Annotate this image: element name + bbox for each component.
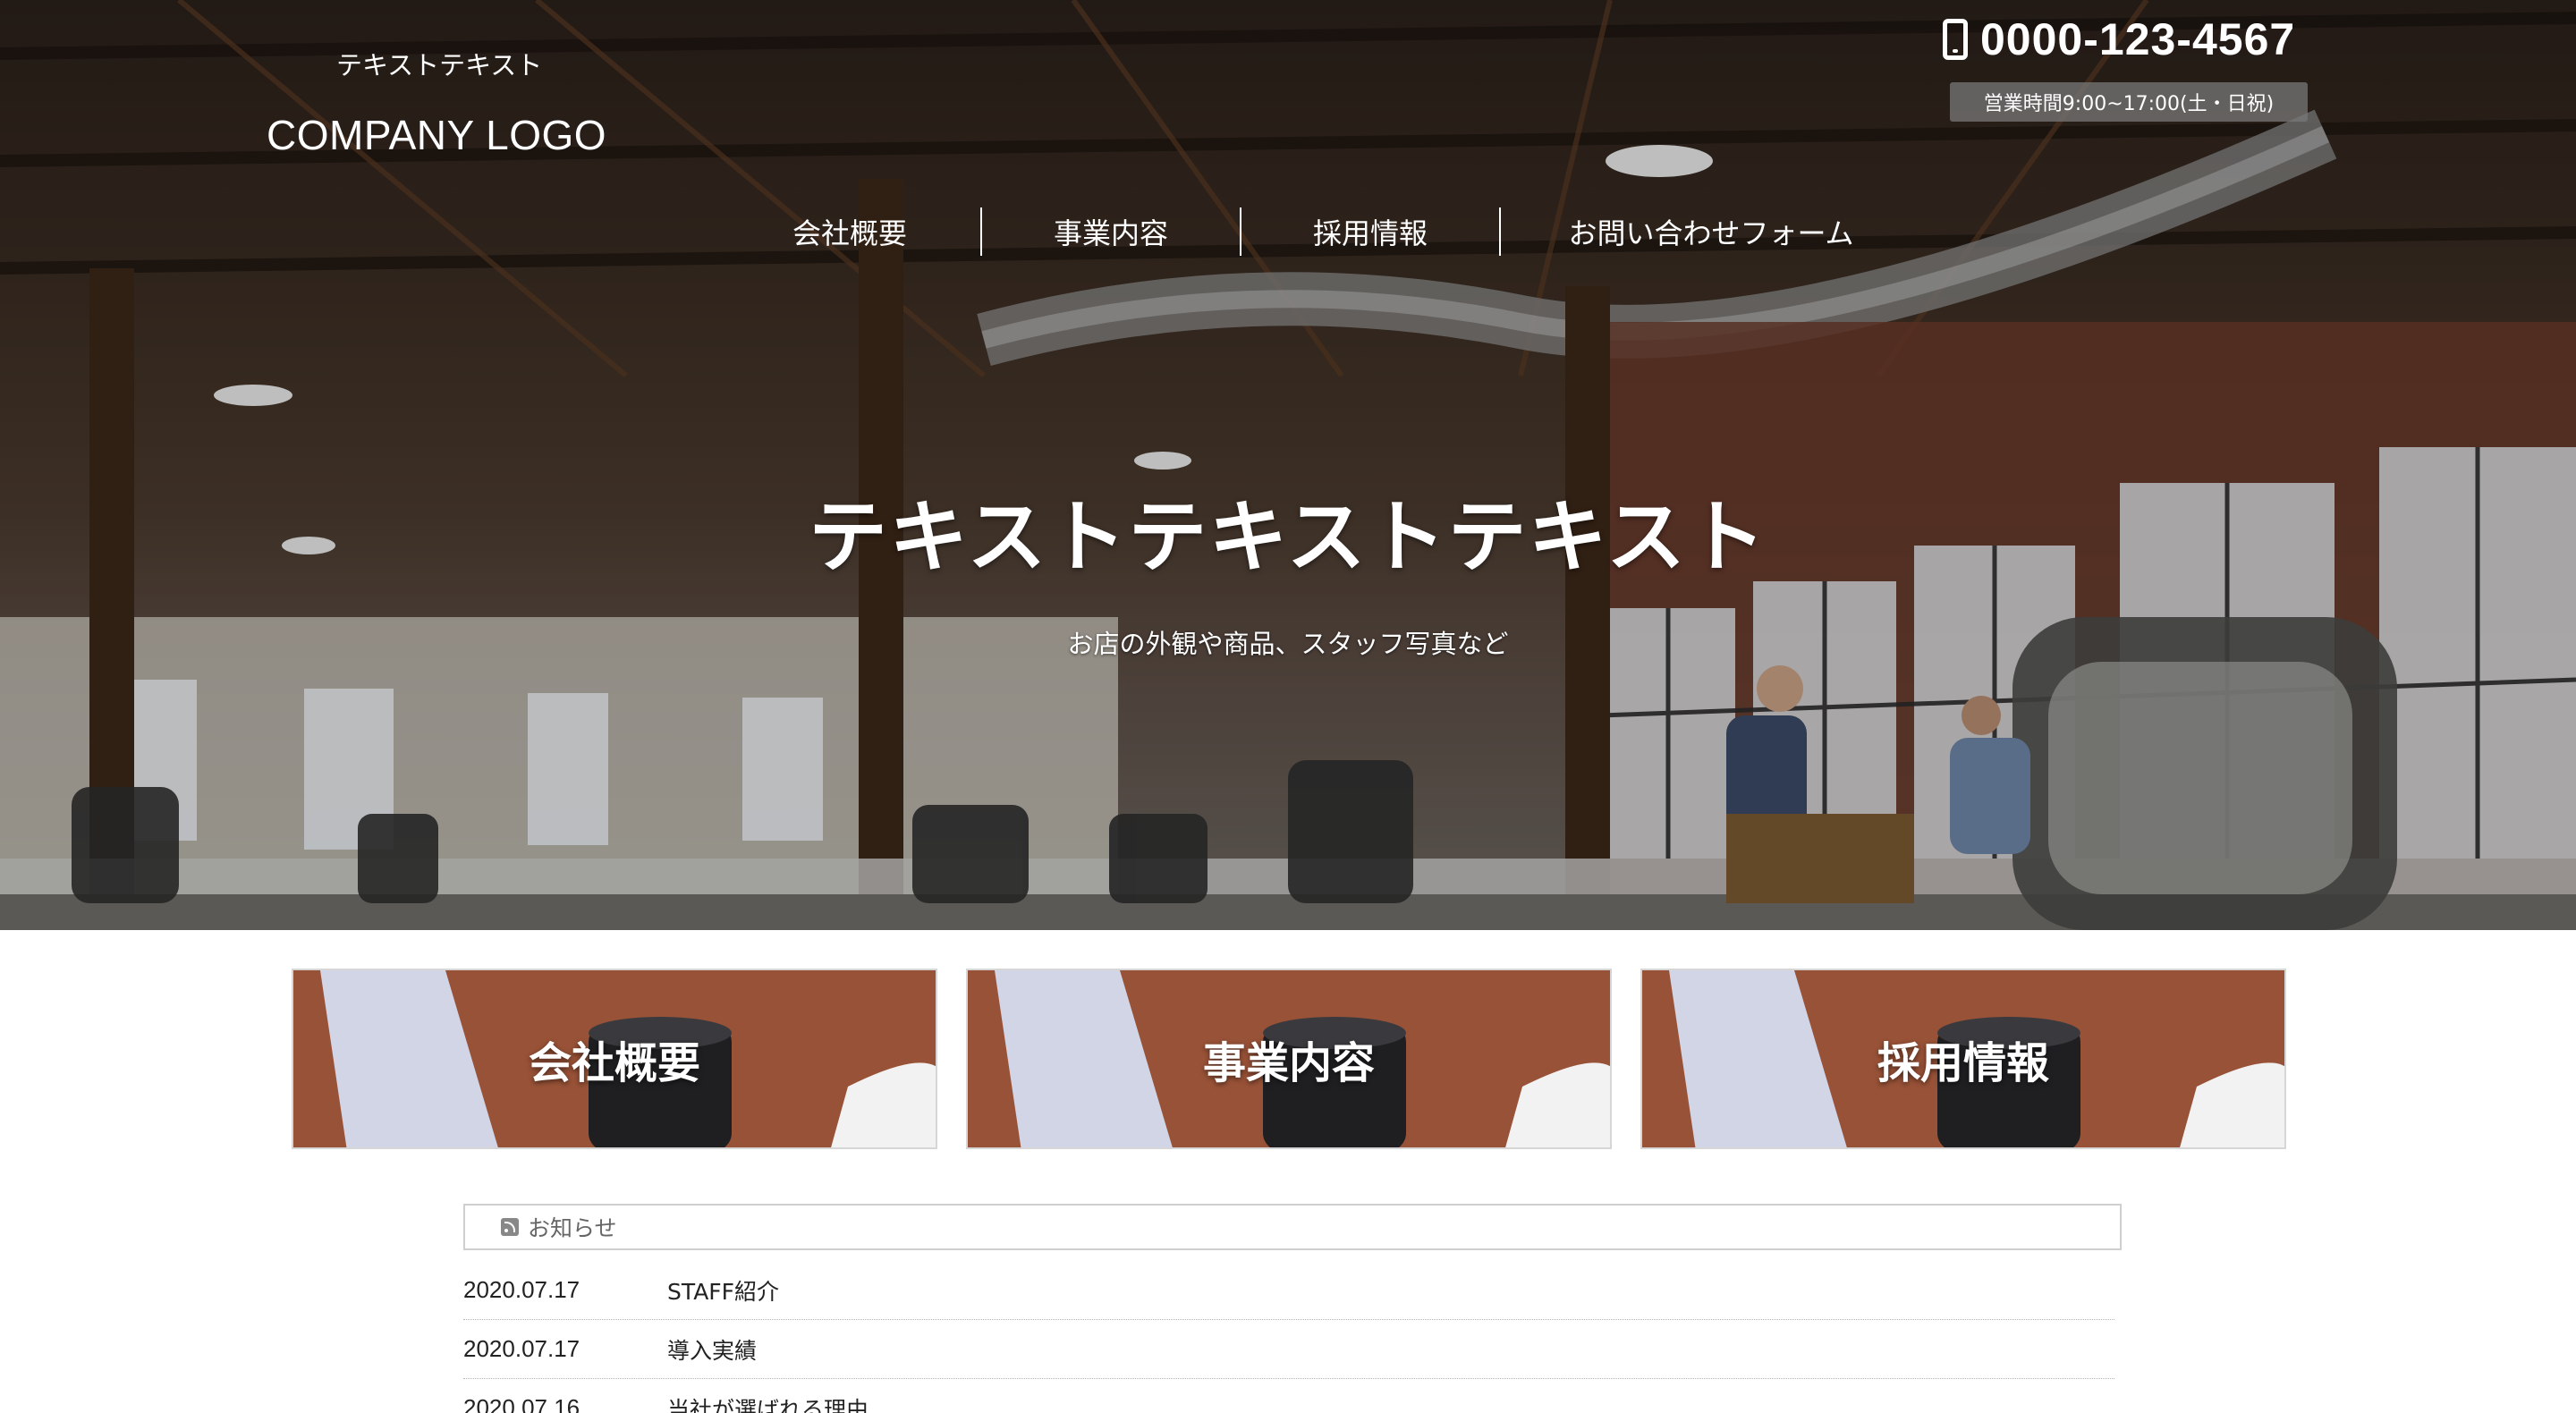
news-header-label: お知らせ (528, 1215, 617, 1241)
news-header: お知らせ (463, 1204, 2122, 1250)
phone-contact[interactable]: 0000-123-4567 (1943, 11, 2295, 68)
news-date: 2020.07.17 (463, 1335, 580, 1362)
phone-number[interactable]: 0000-123-4567 (1980, 13, 2295, 65)
global-nav: 会社概要 事業内容 採用情報 お問い合わせフォーム (719, 207, 1921, 256)
news-item[interactable]: 2020.07.17 導入実績 (463, 1320, 2114, 1379)
banner-label: 事業内容 (1202, 1038, 1375, 1088)
nav-item-company[interactable]: 会社概要 (719, 207, 980, 256)
banner-label: 会社概要 (528, 1038, 700, 1088)
hero-subtitle: お店の外観や商品、スタッフ写真など (1067, 629, 1509, 659)
nav-item-business[interactable]: 事業内容 (982, 207, 1240, 256)
news-date: 2020.07.16 (463, 1394, 580, 1413)
nav-item-recruit[interactable]: 採用情報 (1241, 207, 1499, 256)
news-item[interactable]: 2020.07.16 当社が選ばれる理由 (463, 1379, 2114, 1413)
site-tagline: テキストテキスト (336, 50, 543, 80)
business-hours-badge: 営業時間9:00~17:00(土・日祝) (1950, 82, 2308, 122)
hero-title: テキストテキストテキスト (808, 491, 1768, 583)
rss-icon (501, 1218, 519, 1236)
news-title-link[interactable]: 導入実績 (667, 1333, 757, 1366)
banner-row: 会社概要 事業内容 採用情報 (292, 969, 2286, 1149)
hero: テキストテキスト COMPANY LOGO 0000-123-4567 営業時間… (0, 0, 2576, 930)
news-title-link[interactable]: 当社が選ばれる理由 (667, 1392, 869, 1413)
news-list: 2020.07.17 STAFF紹介 2020.07.17 導入実績 2020.… (463, 1261, 2114, 1413)
company-logo[interactable]: COMPANY LOGO (267, 111, 606, 159)
news-date: 2020.07.17 (463, 1276, 580, 1303)
banner-business[interactable]: 事業内容 (966, 969, 1612, 1149)
banner-company[interactable]: 会社概要 (292, 969, 937, 1149)
news-title-link[interactable]: STAFF紹介 (667, 1274, 779, 1307)
news-item[interactable]: 2020.07.17 STAFF紹介 (463, 1261, 2114, 1320)
smartphone-icon (1943, 19, 1968, 60)
banner-recruit[interactable]: 採用情報 (1640, 969, 2286, 1149)
banner-label: 採用情報 (1877, 1038, 2049, 1088)
nav-item-contact-form[interactable]: お問い合わせフォーム (1501, 207, 1921, 256)
